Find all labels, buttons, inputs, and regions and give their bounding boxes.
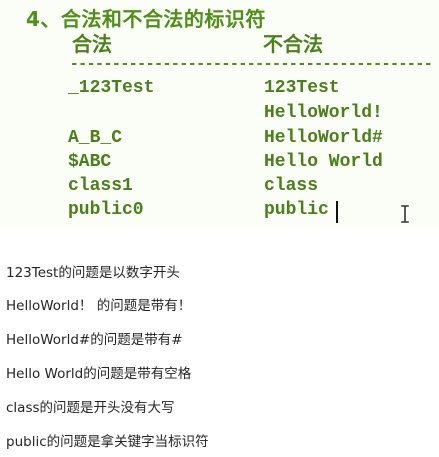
slide-title: 4、合法和不合法的标识符 [26,7,266,31]
page: 4、合法和不合法的标识符 合法 不合法 --------------------… [0,0,439,457]
illegal-identifier-item: 123Test [264,78,340,98]
illegal-identifier-item: Hello World [264,152,383,172]
identifier-slide: 4、合法和不合法的标识符 合法 不合法 --------------------… [0,0,439,228]
explanation-line: Hello World的问题是带有空格 [6,366,192,382]
explanation-line: 123Test的问题是以数字开头 [6,265,180,281]
explanation-line: HelloWorld！ 的问题是带有！ [6,298,192,314]
legal-column-header: 合法 [72,32,112,56]
legal-identifier-item: $ABC [68,152,112,172]
explanation-line: public的问题是拿关键字当标识符 [6,434,209,450]
legal-identifier-item: class1 [68,176,133,196]
ibeam-icon [401,205,409,223]
legal-identifier-item: _123Test [68,78,155,98]
illegal-identifier-item: HelloWorld! [264,103,383,123]
legal-identifier-item: public0 [68,200,144,220]
illegal-column-header: 不合法 [263,32,323,56]
legal-identifier-item: A_B_C [68,128,123,148]
divider-line: ----------------------------------------… [70,56,434,72]
illegal-identifier-item: HelloWorld# [264,128,383,148]
explanation-line: HelloWorld#的问题是带有# [6,332,183,348]
explanation-line: class的问题是开头没有大写 [6,400,175,416]
illegal-identifier-item: public [264,200,329,220]
text-cursor [336,201,338,223]
illegal-identifier-item: class [264,176,319,196]
